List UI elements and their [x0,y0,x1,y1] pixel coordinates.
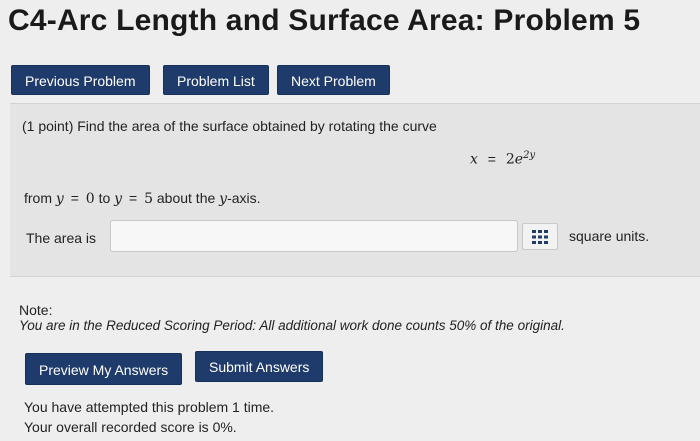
answer-input[interactable] [110,220,518,252]
about-text: about the [156,190,216,206]
page: C4-Arc Length and Surface Area: Problem … [0,0,700,441]
problem-list-button[interactable]: Problem List [163,65,269,95]
bound-var-1: y [55,191,64,207]
bound-value-1: 0 [85,191,95,207]
submit-answers-button[interactable]: Submit Answers [195,351,324,382]
units-label: square units. [569,228,650,244]
eq-exponent: 2y [523,150,536,161]
from-word: from [24,190,52,206]
axis-var: y [219,191,228,207]
attempts-status: You have attempted this problem 1 time. [24,399,275,415]
answer-label: The area is [26,230,97,246]
bound-var-2: y [114,191,123,207]
axis-suffix: -axis. [227,190,261,206]
previous-problem-button[interactable]: Previous Problem [11,65,150,95]
score-status: Your overall recorded score is 0%. [24,419,237,435]
page-title: C4-Arc Length and Surface Area: Problem … [8,4,641,37]
problem-prompt: (1 point) Find the area of the surface o… [22,118,437,134]
bounds-text: from y = 0 to y = 5 about the y-axis. [24,190,261,207]
next-problem-button[interactable]: Next Problem [277,65,390,95]
to-word: to [98,190,111,206]
problem-panel: (1 point) Find the area of the surface o… [10,103,700,277]
bound-value-2: 5 [144,191,153,207]
eq-equals: = [487,150,496,167]
eq-lhs: x [470,151,478,168]
eq-base: e [514,151,524,168]
bound-eq-1: = [70,190,79,206]
bound-eq-2: = [128,190,138,206]
preview-answers-button[interactable]: Preview My Answers [25,353,183,385]
matrix-grid-icon[interactable] [522,223,558,250]
curve-equation: x = 2e2y [470,150,535,168]
note-text: You are in the Reduced Scoring Period: A… [19,318,565,333]
eq-coef: 2 [505,151,515,168]
note-title: Note: [19,302,53,318]
matrix-grid-icon-graphic [532,229,548,244]
